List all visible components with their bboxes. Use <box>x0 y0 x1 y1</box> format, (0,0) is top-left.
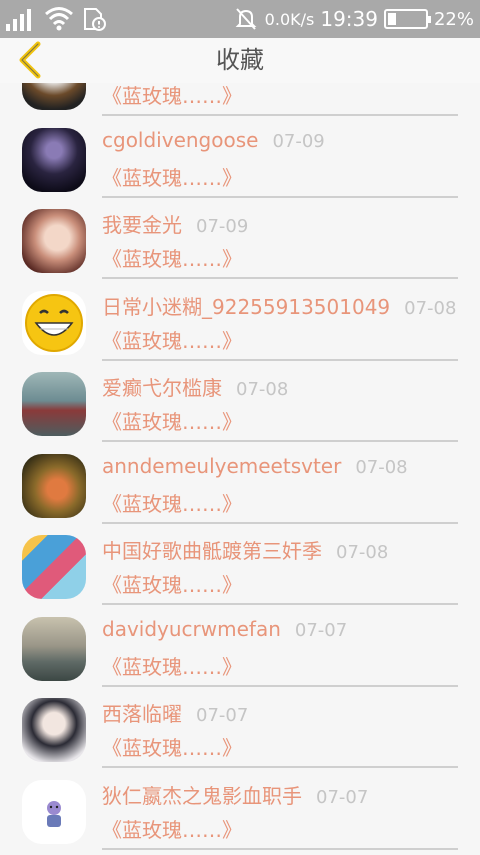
list-item[interactable]: 爱癫弋尔槛康 07-08 《蓝玫瑰……》 <box>0 366 480 448</box>
favorite-date: 07-07 <box>316 787 368 808</box>
battery-icon: ⚡ <box>384 9 428 29</box>
work-title[interactable]: 《蓝玫瑰……》 <box>102 814 242 843</box>
list-item[interactable]: 西落临曜 07-07 《蓝玫瑰……》 <box>0 692 480 774</box>
clock: 19:39 <box>320 7 378 31</box>
status-bar: 0.0K/s 19:39 ⚡ 22% <box>0 0 480 38</box>
avatar[interactable] <box>22 454 86 518</box>
favorite-date: 07-08 <box>336 542 388 563</box>
avatar[interactable] <box>22 780 86 844</box>
favorite-date: 07-08 <box>355 457 407 478</box>
user-name[interactable]: 西落临曜 <box>102 698 182 727</box>
user-name[interactable]: 狄仁嬴杰之鬼影血职手 <box>102 780 302 809</box>
favorite-date: 07-07 <box>295 620 347 641</box>
user-name[interactable]: 我要金光 <box>102 209 182 238</box>
user-name[interactable]: 爱癫弋尔槛康 <box>102 372 222 401</box>
network-speed: 0.0K/s <box>265 10 315 29</box>
sdcard-alert-icon <box>82 6 108 32</box>
list-item[interactable]: 狄仁嬴杰之鬼影血职手 07-07 《蓝玫瑰……》 <box>0 774 480 855</box>
user-name[interactable]: 中国好歌曲骶踱第三奸季 <box>102 535 322 564</box>
battery-percent: 22% <box>434 9 474 30</box>
work-title[interactable]: 《蓝玫瑰……》 <box>102 651 242 680</box>
user-name[interactable]: anndemeulyemeetsvter <box>102 454 341 478</box>
app-header: 收藏 <box>0 38 480 83</box>
avatar[interactable] <box>22 535 86 599</box>
divider <box>102 522 458 524</box>
divider <box>102 440 458 442</box>
page-title: 收藏 <box>0 38 480 83</box>
user-name[interactable]: davidyucrwmefan <box>102 617 281 641</box>
avatar[interactable] <box>22 291 86 355</box>
work-title[interactable]: 《蓝玫瑰……》 <box>102 732 242 761</box>
favorite-date: 07-09 <box>272 131 324 152</box>
mute-bell-icon <box>233 6 259 32</box>
avatar[interactable] <box>22 372 86 436</box>
avatar[interactable] <box>22 128 86 192</box>
work-title[interactable]: 《蓝玫瑰……》 <box>102 80 242 109</box>
work-title[interactable]: 《蓝玫瑰……》 <box>102 569 242 598</box>
avatar[interactable] <box>22 209 86 273</box>
divider <box>102 603 458 605</box>
favorite-date: 07-09 <box>196 216 248 237</box>
divider <box>102 848 458 850</box>
list-item[interactable]: 日常小迷糊_92255913501049 07-08 《蓝玫瑰……》 <box>0 285 480 367</box>
work-title[interactable]: 《蓝玫瑰……》 <box>102 406 242 435</box>
list-item[interactable]: 我要金光 07-09 《蓝玫瑰……》 <box>0 203 480 285</box>
favorites-list[interactable]: 《蓝玫瑰……》 cgoldivengoose 07-09 《蓝玫瑰……》我要金光 07-… <box>0 40 480 855</box>
divider <box>102 359 458 361</box>
divider <box>102 685 458 687</box>
signal-icon <box>6 7 31 31</box>
work-title[interactable]: 《蓝玫瑰……》 <box>102 325 242 354</box>
work-title[interactable]: 《蓝玫瑰……》 <box>102 243 242 272</box>
favorite-date: 07-07 <box>196 705 248 726</box>
divider <box>102 196 458 198</box>
user-name[interactable]: cgoldivengoose <box>102 128 258 152</box>
wifi-icon <box>44 5 74 31</box>
list-item[interactable]: 中国好歌曲骶踱第三奸季 07-08 《蓝玫瑰……》 <box>0 529 480 611</box>
avatar[interactable] <box>22 617 86 681</box>
work-title[interactable]: 《蓝玫瑰……》 <box>102 488 242 517</box>
divider <box>102 766 458 768</box>
favorite-date: 07-08 <box>236 379 288 400</box>
divider <box>102 114 458 116</box>
list-item[interactable]: anndemeulyemeetsvter 07-08 《蓝玫瑰……》 <box>0 448 480 530</box>
work-title[interactable]: 《蓝玫瑰……》 <box>102 162 242 191</box>
divider <box>102 277 458 279</box>
favorite-date: 07-08 <box>404 298 456 319</box>
list-item[interactable]: cgoldivengoose 07-09 《蓝玫瑰……》 <box>0 122 480 204</box>
list-item[interactable]: davidyucrwmefan 07-07 《蓝玫瑰……》 <box>0 611 480 693</box>
avatar[interactable] <box>22 698 86 762</box>
user-name[interactable]: 日常小迷糊_92255913501049 <box>102 291 390 320</box>
